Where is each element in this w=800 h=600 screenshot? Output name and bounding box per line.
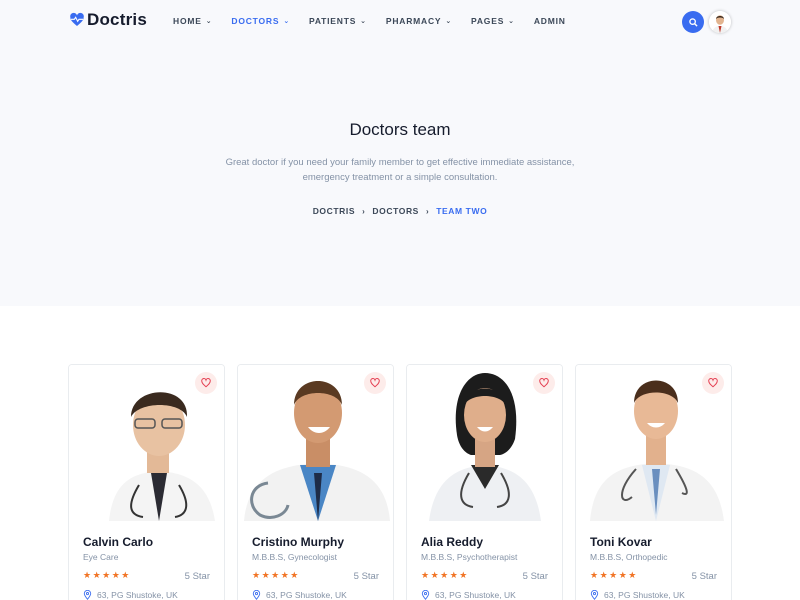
chevron-down-icon: ⌄ bbox=[283, 18, 290, 25]
nav-item-home[interactable]: HOME ⌄ bbox=[173, 16, 212, 26]
user-avatar-icon bbox=[709, 11, 731, 33]
doctor-card[interactable]: Alia Reddy M.B.B.S, Psychotherapist ★★★★… bbox=[406, 364, 563, 600]
chevron-down-icon: ⌄ bbox=[445, 18, 453, 25]
star-rating-icons: ★★★★★ bbox=[83, 570, 131, 580]
location-text: 63, PG Shustoke, UK bbox=[604, 590, 685, 600]
nav-label: HOME bbox=[173, 16, 202, 26]
heart-pulse-icon bbox=[70, 12, 84, 26]
map-pin-icon bbox=[421, 590, 430, 600]
location-text: 63, PG Shustoke, UK bbox=[435, 590, 516, 600]
heart-icon bbox=[708, 378, 718, 388]
doctor-name[interactable]: Toni Kovar bbox=[590, 535, 652, 549]
rating-text: 5 Star bbox=[691, 571, 717, 582]
main-nav: HOME ⌄ DOCTORS ⌄ PATIENTS ⌄ PHARMACY ⌄ PAGES… bbox=[173, 16, 585, 26]
doctor-specialty: M.B.B.S, Gynecologist bbox=[252, 552, 338, 562]
top-navbar: Doctris HOME ⌄ DOCTORS ⌄ PATIENTS ⌄ PHARMAC… bbox=[0, 0, 800, 44]
location-text: 63, PG Shustoke, UK bbox=[97, 590, 178, 600]
rating-text: 5 Star bbox=[522, 571, 548, 582]
map-pin-icon bbox=[252, 590, 261, 600]
nav-label: ADMIN bbox=[533, 16, 566, 26]
star-rating-icons: ★★★★★ bbox=[590, 570, 638, 580]
chevron-right-icon: › bbox=[362, 206, 366, 216]
chevron-right-icon: › bbox=[425, 206, 430, 216]
breadcrumb-item-current: TEAM TWO bbox=[436, 206, 488, 216]
nav-item-pages[interactable]: PAGES ⌄ bbox=[471, 16, 515, 26]
doctor-name[interactable]: Cristino Murphy bbox=[252, 535, 344, 549]
doctor-location: 63, PG Shustoke, UK bbox=[83, 590, 178, 600]
nav-item-pharmacy[interactable]: PHARMACY ⌄ bbox=[386, 16, 452, 26]
search-button[interactable] bbox=[682, 11, 704, 33]
page-hero: Doctors team Great doctor if you need yo… bbox=[0, 44, 800, 306]
user-avatar[interactable] bbox=[709, 11, 731, 33]
heart-icon bbox=[539, 378, 549, 388]
doctor-card[interactable]: Toni Kovar M.B.B.S, Orthopedic ★★★★★ 5 S… bbox=[575, 364, 732, 600]
favorite-button[interactable] bbox=[702, 372, 724, 394]
doctor-specialty: M.B.B.S, Psychotherapist bbox=[421, 552, 518, 562]
heart-icon bbox=[201, 378, 211, 388]
nav-label: PAGES bbox=[471, 16, 505, 26]
page-subtitle: Great doctor if you need your family mem… bbox=[225, 157, 575, 183]
doctor-card[interactable]: Calvin Carlo Eye Care ★★★★★ 5 Star 63, P… bbox=[68, 364, 225, 600]
breadcrumb: DOCTRIS › DOCTORS › TEAM TWO bbox=[0, 206, 800, 216]
nav-label: DOCTORS bbox=[231, 16, 280, 26]
page-title: Doctors team bbox=[349, 120, 451, 139]
brand-name: Doctris bbox=[87, 10, 147, 29]
doctor-card[interactable]: Cristino Murphy M.B.B.S, Gynecologist ★★… bbox=[237, 364, 394, 600]
nav-item-admin[interactable]: ADMIN bbox=[534, 16, 566, 26]
favorite-button[interactable] bbox=[364, 372, 386, 394]
map-pin-icon bbox=[590, 590, 599, 600]
doctor-name[interactable]: Alia Reddy bbox=[421, 535, 483, 549]
doctor-specialty: M.B.B.S, Orthopedic bbox=[590, 552, 668, 562]
map-pin-icon bbox=[83, 590, 92, 600]
location-text: 63, PG Shustoke, UK bbox=[266, 590, 347, 600]
star-rating-icons: ★★★★★ bbox=[252, 570, 300, 580]
breadcrumb-item-doctors[interactable]: DOCTORS bbox=[372, 206, 419, 216]
doctor-specialty: Eye Care bbox=[83, 552, 119, 562]
star-rating-icons: ★★★★★ bbox=[421, 570, 469, 580]
breadcrumb-item-doctris[interactable]: DOCTRIS bbox=[313, 206, 355, 216]
brand-logo[interactable]: Doctris bbox=[69, 10, 147, 30]
chevron-down-icon: ⌄ bbox=[508, 18, 515, 25]
favorite-button[interactable] bbox=[533, 372, 555, 394]
doctor-location: 63, PG Shustoke, UK bbox=[421, 590, 516, 600]
heart-icon bbox=[370, 378, 380, 388]
nav-label: PHARMACY bbox=[385, 16, 442, 26]
favorite-button[interactable] bbox=[195, 372, 217, 394]
nav-label: PATIENTS bbox=[309, 16, 357, 26]
nav-item-doctors[interactable]: DOCTORS ⌄ bbox=[231, 16, 290, 26]
rating-text: 5 Star bbox=[353, 571, 379, 582]
doctor-location: 63, PG Shustoke, UK bbox=[590, 590, 685, 600]
chevron-down-icon: ⌄ bbox=[205, 18, 213, 25]
nav-item-patients[interactable]: PATIENTS ⌄ bbox=[309, 16, 367, 26]
doctor-location: 63, PG Shustoke, UK bbox=[252, 590, 347, 600]
search-icon bbox=[688, 17, 698, 27]
rating-text: 5 Star bbox=[184, 571, 210, 582]
doctor-name[interactable]: Calvin Carlo bbox=[83, 535, 153, 549]
chevron-down-icon: ⌄ bbox=[360, 18, 367, 25]
